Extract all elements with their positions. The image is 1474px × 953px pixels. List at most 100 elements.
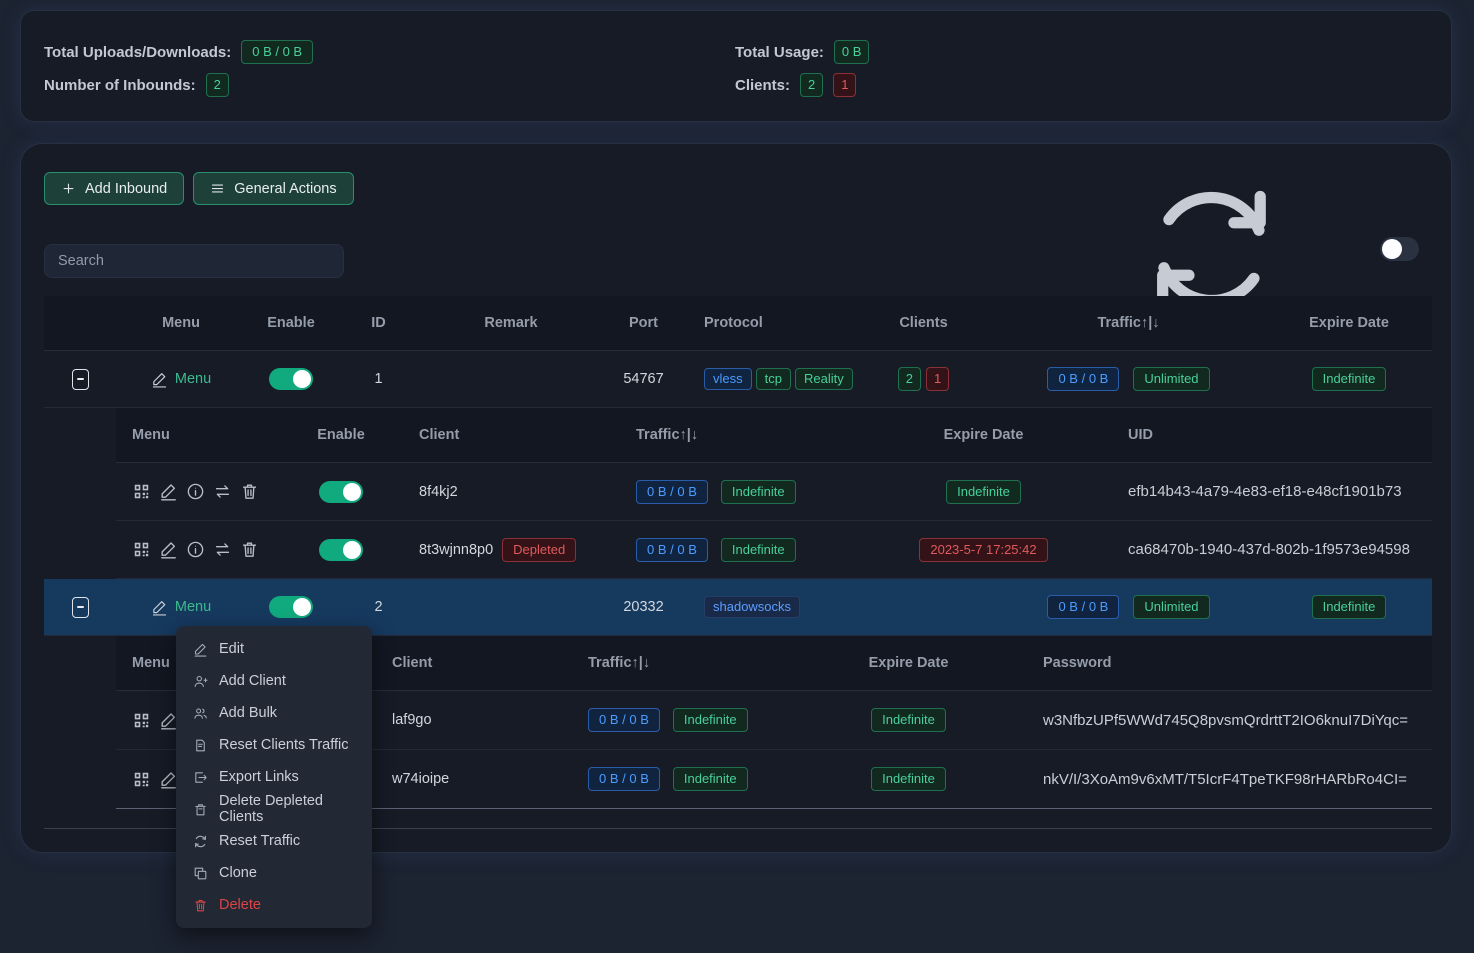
expire-badge: Indefinite bbox=[1312, 367, 1387, 391]
trash-icon[interactable] bbox=[240, 482, 259, 501]
menu-item-delete-depleted-clients[interactable]: Delete Depleted Clients bbox=[176, 793, 372, 825]
toolbar: Add Inbound General Actions bbox=[44, 172, 354, 205]
client-uid: ca68470b-1940-437d-802b-1f9573e94598 bbox=[1106, 521, 1432, 578]
number-of-inbounds-row: Number of Inbounds: 2 bbox=[44, 69, 313, 101]
header-traffic[interactable]: Traffic↑|↓ bbox=[636, 427, 861, 443]
general-actions-button[interactable]: General Actions bbox=[193, 172, 353, 205]
sync-icon bbox=[193, 834, 208, 849]
add-inbound-label: Add Inbound bbox=[85, 181, 167, 197]
header-uid: UID bbox=[1106, 427, 1432, 443]
traffic-limit-badge: Indefinite bbox=[673, 708, 748, 732]
traffic-badge: 0 B / 0 B bbox=[588, 767, 660, 791]
total-uploads-downloads-value: 0 B / 0 B bbox=[241, 40, 313, 64]
traffic-badge: 0 B / 0 B bbox=[588, 708, 660, 732]
inbounds-panel: Add Inbound General Actions Menu Enable … bbox=[20, 143, 1452, 853]
minus-icon bbox=[77, 378, 84, 380]
clients-table-header: Menu Enable Client Traffic↑|↓ Expire Dat… bbox=[116, 408, 1432, 463]
security-badge: Reality bbox=[795, 368, 853, 390]
number-of-inbounds-value: 2 bbox=[206, 73, 229, 97]
traffic-badge: 0 B / 0 B bbox=[636, 538, 708, 562]
traffic-badge: 0 B / 0 B bbox=[1047, 367, 1119, 391]
header-traffic[interactable]: Traffic↑|↓ bbox=[991, 315, 1266, 331]
menu-item-clone[interactable]: Clone bbox=[176, 857, 372, 889]
inbound-traffic: 0 B / 0 B Unlimited bbox=[991, 579, 1266, 635]
inbound-clients bbox=[856, 579, 991, 635]
qr-code-icon[interactable] bbox=[132, 770, 151, 789]
inbound-remark bbox=[421, 351, 601, 407]
inbound-expire: Indefinite bbox=[1266, 351, 1432, 407]
header-port: Port bbox=[601, 315, 686, 331]
header-traffic[interactable]: Traffic↑|↓ bbox=[576, 655, 796, 671]
total-uploads-downloads-row: Total Uploads/Downloads: 0 B / 0 B bbox=[44, 36, 313, 68]
inbound-menu-button[interactable]: Menu bbox=[151, 599, 211, 616]
add-inbound-button[interactable]: Add Inbound bbox=[44, 172, 184, 205]
inbound-remark bbox=[421, 579, 601, 635]
qr-code-icon[interactable] bbox=[132, 482, 151, 501]
inbound-menu-label: Menu bbox=[175, 599, 211, 615]
menu-item-add-bulk[interactable]: Add Bulk bbox=[176, 697, 372, 729]
client-enable-toggle[interactable] bbox=[319, 539, 363, 561]
client-traffic: 0 B / 0 B Indefinite bbox=[576, 691, 796, 749]
clients-active-badge: 2 bbox=[898, 367, 921, 391]
header-client: Client bbox=[401, 427, 636, 443]
menu-item-reset-traffic[interactable]: Reset Traffic bbox=[176, 825, 372, 857]
traffic-badge: 0 B / 0 B bbox=[1047, 595, 1119, 619]
reset-traffic-icon[interactable] bbox=[213, 540, 232, 559]
copy-icon bbox=[193, 866, 208, 881]
transport-badge: tcp bbox=[756, 368, 791, 390]
usergroup-add-icon bbox=[193, 706, 208, 721]
traffic-badge: 0 B / 0 B bbox=[636, 480, 708, 504]
delete-depleted-icon bbox=[193, 802, 208, 817]
edit-pencil-icon bbox=[151, 599, 168, 616]
expire-badge: 2023-5-7 17:25:42 bbox=[919, 538, 1047, 562]
collapse-row-button[interactable] bbox=[72, 597, 89, 618]
clients-active-count: 2 bbox=[800, 73, 823, 97]
inbound-protocol: vless tcp Reality bbox=[686, 351, 856, 407]
inbound-expire: Indefinite bbox=[1266, 579, 1432, 635]
search-input[interactable] bbox=[44, 244, 344, 278]
menu-bars-icon bbox=[210, 181, 225, 196]
edit-pencil-icon[interactable] bbox=[159, 482, 178, 501]
qr-code-icon[interactable] bbox=[132, 540, 151, 559]
menu-item-delete[interactable]: Delete bbox=[176, 889, 372, 921]
client-uid: efb14b43-4a79-4e83-ef18-e48cf1901b73 bbox=[1106, 463, 1432, 520]
clients-depleted-badge: 1 bbox=[926, 367, 949, 391]
clients-row: Clients: 2 1 bbox=[735, 69, 869, 101]
inbound-traffic: 0 B / 0 B Unlimited bbox=[991, 351, 1266, 407]
info-circle-icon[interactable] bbox=[186, 540, 205, 559]
menu-item-reset-clients-traffic[interactable]: Reset Clients Traffic bbox=[176, 729, 372, 761]
trash-icon[interactable] bbox=[240, 540, 259, 559]
menu-item-add-client[interactable]: Add Client bbox=[176, 665, 372, 697]
traffic-limit-badge: Indefinite bbox=[721, 538, 796, 562]
traffic-limit-badge: Indefinite bbox=[721, 480, 796, 504]
expire-badge: Indefinite bbox=[1312, 595, 1387, 619]
traffic-limit-badge: Unlimited bbox=[1133, 367, 1209, 391]
protocol-badge: shadowsocks bbox=[704, 596, 800, 618]
auto-refresh-toggle[interactable] bbox=[1380, 237, 1419, 261]
header-enable: Enable bbox=[281, 427, 401, 443]
header-enable: Enable bbox=[246, 315, 336, 331]
reset-traffic-icon[interactable] bbox=[213, 482, 232, 501]
info-circle-icon[interactable] bbox=[186, 482, 205, 501]
total-usage-label: Total Usage: bbox=[735, 44, 824, 61]
enable-toggle[interactable] bbox=[269, 596, 313, 618]
number-of-inbounds-label: Number of Inbounds: bbox=[44, 77, 196, 94]
inbound-row-1: Menu 1 54767 vless tcp Reality 2 1 0 B /… bbox=[44, 351, 1432, 408]
client-enable-toggle[interactable] bbox=[319, 481, 363, 503]
qr-code-icon[interactable] bbox=[132, 711, 151, 730]
menu-item-export-links[interactable]: Export Links bbox=[176, 761, 372, 793]
inbound-protocol: shadowsocks bbox=[686, 579, 856, 635]
client-actions bbox=[132, 482, 259, 501]
stats-panel: Total Uploads/Downloads: 0 B / 0 B Numbe… bbox=[20, 10, 1452, 122]
menu-item-edit[interactable]: Edit bbox=[176, 633, 372, 665]
enable-toggle[interactable] bbox=[269, 368, 313, 390]
inbound-menu-button[interactable]: Menu bbox=[151, 371, 211, 388]
collapse-row-button[interactable] bbox=[72, 369, 89, 390]
minus-icon bbox=[77, 606, 84, 608]
edit-pencil-icon[interactable] bbox=[159, 540, 178, 559]
header-protocol: Protocol bbox=[686, 315, 856, 331]
traffic-limit-badge: Unlimited bbox=[1133, 595, 1209, 619]
client-name: 8t3wjnn8p0 bbox=[419, 542, 493, 558]
header-menu: Menu bbox=[116, 427, 281, 443]
user-add-icon bbox=[193, 674, 208, 689]
